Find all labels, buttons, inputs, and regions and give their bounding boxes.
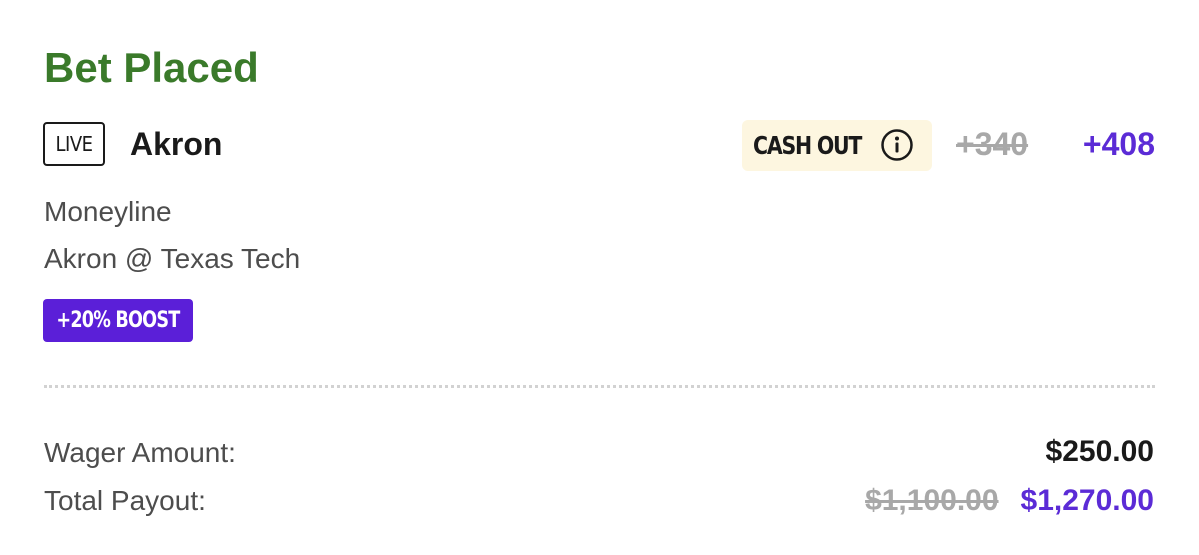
selection-name: Akron (130, 126, 223, 162)
wager-amount-label: Wager Amount: (44, 437, 236, 468)
total-payout-values: $1,100.00 $1,270.00 (865, 481, 1154, 526)
original-payout: $1,100.00 (865, 484, 999, 517)
wager-amount-value: $250.00 (1045, 435, 1154, 468)
cash-out-button[interactable]: CASH OUT (742, 120, 932, 171)
boosted-odds: +408 (1082, 126, 1155, 162)
bet-status-title: Bet Placed (44, 44, 259, 91)
selection-row: LIVE Akron CASH OUT +340 +408 (43, 120, 1155, 171)
cash-out-label: CASH OUT (753, 131, 862, 160)
dotted-divider (44, 385, 1155, 388)
live-badge: LIVE (43, 122, 105, 166)
total-payout-label: Total Payout: (44, 485, 206, 516)
info-circle-icon[interactable] (880, 128, 914, 162)
bet-slip-card: Bet Placed LIVE Akron CASH OUT +340 +408… (0, 0, 1199, 555)
boost-label: +20% BOOST (56, 308, 180, 333)
game-matchup: Akron @ Texas Tech (44, 243, 301, 274)
original-odds: +340 (956, 126, 1029, 162)
boost-badge: +20% BOOST (43, 299, 193, 342)
boosted-payout: $1,270.00 (1020, 484, 1154, 517)
market-type: Moneyline (44, 196, 172, 227)
